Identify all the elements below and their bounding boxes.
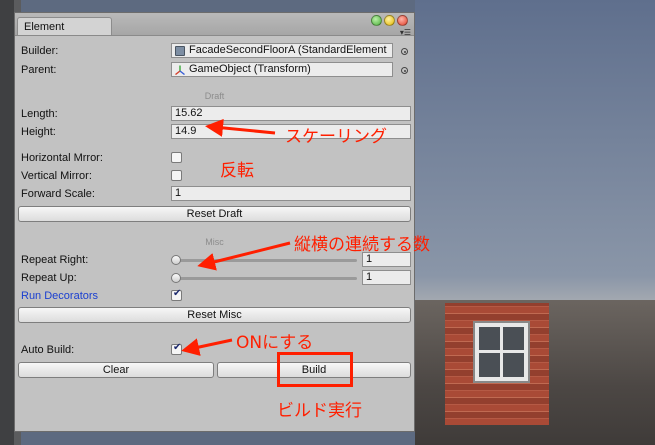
build-highlight-box [277,352,353,387]
window-preview [473,321,530,383]
transform-axes-icon [175,65,185,75]
builder-value: FacadeSecondFloorA (StandardElement [189,44,387,56]
repeat-right-label: Repeat Right: [21,254,89,266]
slider-track [173,259,357,262]
forward-scale-field[interactable]: 1 [171,186,411,201]
auto-build-checkbox[interactable] [171,342,182,355]
repeat-right-slider[interactable] [171,254,357,267]
horizontal-mirror-label: Horizontal Mrror: [21,152,103,164]
repeat-up-field[interactable]: 1 [362,270,411,285]
vertical-mirror-label: Vertical Mirror: [21,170,92,182]
minimize-icon[interactable] [384,15,395,26]
reset-misc-button[interactable]: Reset Misc [18,307,411,323]
parent-picker-icon[interactable] [401,67,408,74]
parent-value: GameObject (Transform) [189,63,311,75]
builder-label: Builder: [21,45,59,57]
draft-section-header: Draft [204,91,225,101]
editor-left-edge [0,0,14,445]
close-icon[interactable] [397,15,408,26]
tab-bar: Element ▾☰ [15,13,414,37]
window-controls [369,15,408,29]
parent-label: Parent: [21,64,57,76]
element-inspector-panel: Element ▾☰ Builder: FacadeSecondFloorA (… [14,12,415,432]
tab-element[interactable]: Element [17,17,112,35]
reset-draft-button[interactable]: Reset Draft [18,206,411,222]
run-build-annotation: ビルド実行 [277,401,362,421]
horizontal-mirror-checkbox[interactable] [171,152,182,163]
clear-button[interactable]: Clear [18,362,214,378]
parent-field[interactable]: GameObject (Transform) [171,62,393,77]
length-field[interactable]: 15.62 [171,106,411,121]
turn-on-annotation: ONにする [236,333,314,353]
repeat-up-label: Repeat Up: [21,272,77,284]
repeat-up-slider[interactable] [171,272,357,285]
flip-annotation: 反転 [220,161,254,181]
slider-track [173,277,357,280]
repeat-count-annotation: 縦横の連続する数 [294,235,430,255]
length-label: Length: [21,108,58,120]
builder-picker-icon[interactable] [401,48,408,55]
scene-sky [415,0,655,300]
vertical-mirror-checkbox[interactable] [171,170,182,181]
auto-build-label: Auto Build: [21,344,75,356]
scaling-annotation: スケーリング [285,127,387,147]
scriptable-object-icon [175,46,185,56]
run-decorators-label: Run Decorators [21,290,99,302]
builder-field[interactable]: FacadeSecondFloorA (StandardElement [171,43,393,58]
tab-menu-icon[interactable]: ▾☰ [400,28,411,37]
slider-knob[interactable] [171,255,181,265]
run-decorators-checkbox[interactable] [171,288,182,301]
height-label: Height: [21,126,56,138]
forward-scale-label: Forward Scale: [21,188,95,200]
maximize-icon[interactable] [371,15,382,26]
slider-knob[interactable] [171,273,181,283]
